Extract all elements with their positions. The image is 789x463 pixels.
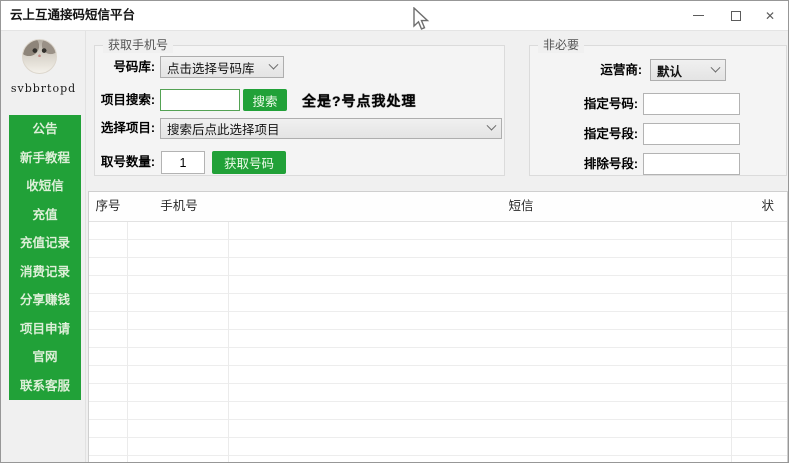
sidebar-item-recharge-log[interactable]: 充值记录 — [9, 229, 81, 258]
sidebar-item-project-apply[interactable]: 项目申请 — [9, 315, 81, 344]
sidebar-item-receive-sms[interactable]: 收短信 — [9, 172, 81, 201]
chevron-down-icon — [711, 62, 721, 72]
operator-label: 运营商: — [530, 59, 642, 81]
number-library-label: 号码库: — [95, 56, 155, 78]
optional-group-title: 非必要 — [538, 37, 584, 53]
maximize-icon — [731, 11, 741, 21]
chevron-down-icon — [487, 121, 497, 131]
column-divider — [731, 222, 732, 463]
specify-segment-label: 指定号段: — [530, 123, 638, 145]
exclude-segment-input[interactable] — [643, 153, 740, 175]
column-divider — [228, 222, 229, 463]
close-icon: ✕ — [765, 10, 775, 22]
sidebar-item-spend-log[interactable]: 消费记录 — [9, 258, 81, 287]
operator-value: 默认 — [657, 61, 682, 80]
column-header-phone[interactable]: 手机号 — [160, 192, 198, 221]
optional-groupbox: 非必要 运营商: 默认 指定号码: 指定号段: 排除号段: — [529, 45, 787, 176]
window-title: 云上互通接码短信平台 — [10, 1, 135, 30]
select-project-select[interactable]: 搜索后点此选择项目 — [160, 118, 502, 139]
minimize-icon — [693, 15, 704, 16]
question-mark-help-link[interactable]: 全是?号点我处理 — [302, 91, 417, 111]
title-bar: 云上互通接码短信平台 ✕ — [1, 1, 788, 31]
select-project-value: 搜索后点此选择项目 — [167, 119, 280, 138]
sms-table-body — [89, 222, 787, 463]
number-library-value: 点击选择号码库 — [167, 58, 255, 77]
maximize-button[interactable] — [721, 1, 751, 30]
sidebar-item-share-earn[interactable]: 分享赚钱 — [9, 286, 81, 315]
exclude-segment-label: 排除号段: — [530, 153, 638, 175]
sidebar-item-recharge[interactable]: 充值 — [9, 201, 81, 230]
get-number-button[interactable]: 获取号码 — [212, 151, 286, 174]
specify-number-input[interactable] — [643, 93, 740, 115]
sidebar-item-tutorial[interactable]: 新手教程 — [9, 144, 81, 173]
quantity-label: 取号数量: — [95, 151, 155, 173]
specify-number-label: 指定号码: — [530, 93, 638, 115]
number-library-select[interactable]: 点击选择号码库 — [160, 56, 284, 78]
quantity-input[interactable] — [161, 151, 205, 174]
avatar — [22, 39, 57, 74]
get-phone-groupbox: 获取手机号 号码库: 点击选择号码库 项目搜索: 搜索 全是?号点我处理 选择项… — [94, 45, 505, 176]
chevron-down-icon — [269, 59, 279, 69]
column-header-sms[interactable]: 短信 — [508, 192, 533, 221]
sidebar-item-official-site[interactable]: 官网 — [9, 343, 81, 372]
username-label: svbbrtopd — [1, 82, 86, 95]
sidebar-item-announcement[interactable]: 公告 — [9, 115, 81, 144]
search-button[interactable]: 搜索 — [243, 89, 287, 111]
close-button[interactable]: ✕ — [755, 1, 785, 30]
column-header-index[interactable]: 序号 — [95, 192, 120, 221]
project-search-label: 项目搜索: — [95, 89, 155, 111]
minimize-button[interactable] — [683, 1, 713, 30]
sidebar-menu: 公告 新手教程 收短信 充值 充值记录 消费记录 分享赚钱 项目申请 官网 联系… — [9, 115, 81, 400]
select-project-label: 选择项目: — [95, 117, 155, 139]
sms-table-header: 序号 手机号 短信 状态 — [89, 192, 787, 222]
sidebar-item-contact-support[interactable]: 联系客服 — [9, 372, 81, 401]
sms-table: 序号 手机号 短信 状态 — [88, 191, 788, 463]
column-divider — [127, 222, 128, 463]
operator-select[interactable]: 默认 — [650, 59, 726, 81]
specify-segment-input[interactable] — [643, 123, 740, 145]
project-search-input[interactable] — [160, 89, 240, 111]
app-window: 云上互通接码短信平台 ✕ svbbrtopd 公告 新手教程 收短信 充值 充值… — [0, 0, 789, 463]
get-phone-group-title: 获取手机号 — [103, 37, 173, 53]
sidebar-divider — [85, 31, 86, 462]
